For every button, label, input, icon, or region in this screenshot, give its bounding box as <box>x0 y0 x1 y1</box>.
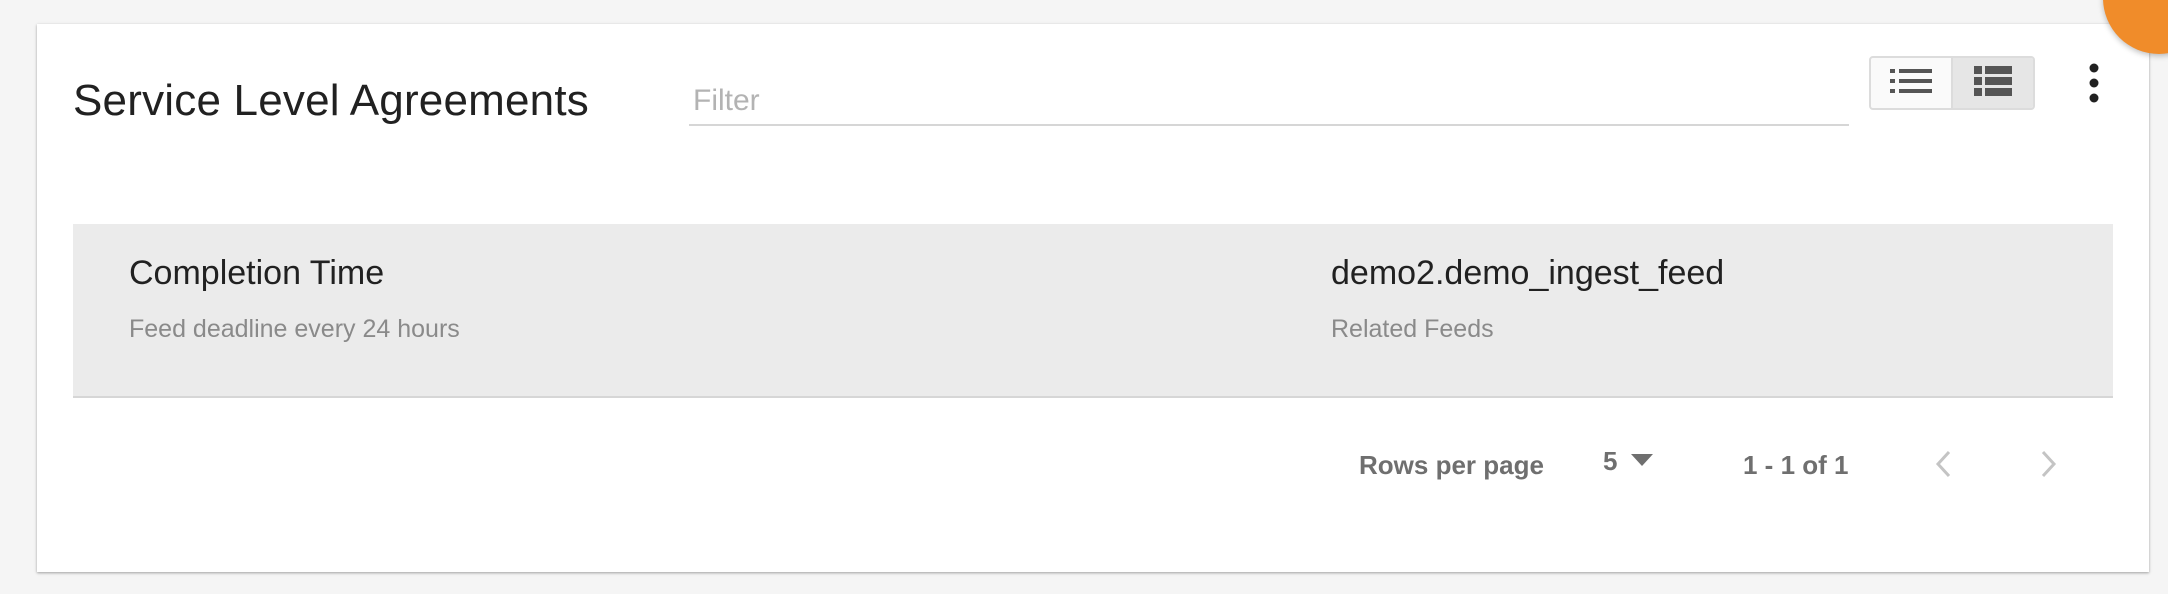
sla-description: Feed deadline every 24 hours <box>129 315 460 343</box>
sla-feed-cell: demo2.demo_ingest_feed Related Feeds <box>1331 254 1724 344</box>
rows-per-page-select[interactable]: 5 <box>1603 446 1654 477</box>
sla-name: Completion Time <box>129 254 385 292</box>
sla-name-cell: Completion Time Feed deadline every 24 h… <box>129 254 460 344</box>
more-options-button[interactable] <box>2081 58 2107 112</box>
previous-page-button[interactable] <box>1923 444 1963 488</box>
page-title: Service Level Agreements <box>73 76 589 125</box>
more-vert-icon <box>2088 63 2100 108</box>
table-view-icon <box>1974 65 2012 101</box>
add-fab-button[interactable] <box>2103 0 2168 54</box>
filter-input[interactable] <box>689 78 1849 126</box>
table-view-button[interactable] <box>1951 58 2033 108</box>
list-view-icon <box>1890 68 1932 99</box>
sla-feed-name: demo2.demo_ingest_feed <box>1331 254 1725 292</box>
rows-per-page-value: 5 <box>1603 446 1618 476</box>
list-view-button[interactable] <box>1871 58 1951 108</box>
view-toggle <box>1869 56 2035 110</box>
sla-feed-label: Related Feeds <box>1331 315 1494 343</box>
dropdown-arrow-icon <box>1631 453 1654 471</box>
page-range: 1 - 1 of 1 <box>1743 450 1849 480</box>
chevron-left-icon <box>1935 450 1951 483</box>
sla-card: Service Level Agreements Filter Completi… <box>37 0 2168 572</box>
list-item[interactable]: Completion Time Feed deadline every 24 h… <box>73 224 2113 398</box>
chevron-right-icon <box>2041 450 2057 483</box>
rows-per-page-label: Rows per page <box>1359 450 1544 480</box>
pagination: Rows per page 5 1 - 1 of 1 <box>37 442 2149 492</box>
next-page-button[interactable] <box>2029 444 2069 488</box>
